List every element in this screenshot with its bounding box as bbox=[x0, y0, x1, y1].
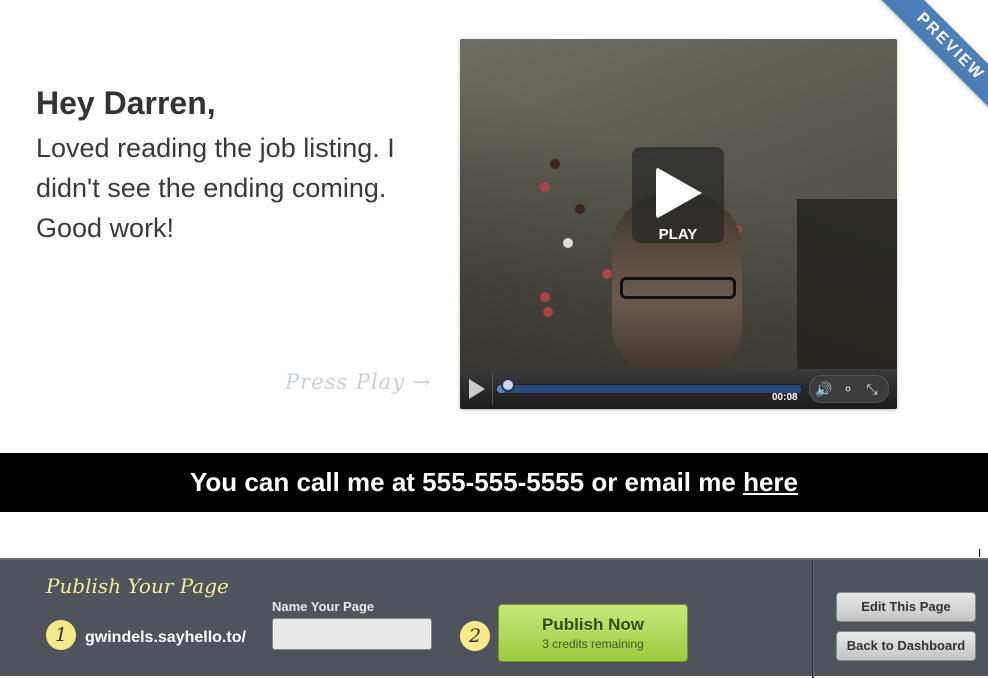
glasses bbox=[620, 277, 736, 299]
share-icon[interactable]: ⚬ bbox=[838, 379, 858, 399]
wall-dot bbox=[563, 238, 573, 248]
credits-remaining: 3 credits remaining bbox=[542, 637, 644, 651]
play-icon[interactable] bbox=[469, 379, 485, 399]
contact-band: You can call me at 555-555-5555 or email… bbox=[0, 453, 988, 512]
contact-text: You can call me at 555-555-5555 or email… bbox=[190, 467, 744, 497]
name-your-page-label: Name Your Page bbox=[272, 599, 375, 614]
wall-dot bbox=[540, 182, 550, 192]
play-icon bbox=[656, 167, 702, 219]
scrub-handle[interactable] bbox=[501, 378, 516, 392]
publish-title: Publish Your Page bbox=[46, 574, 229, 598]
wall-dot bbox=[550, 159, 560, 169]
greeting: Hey Darren, Loved reading the job listin… bbox=[36, 84, 436, 248]
video-controls: 00:08 🔊 ⚬ ⤡ bbox=[460, 369, 897, 409]
publish-bar: Publish Your Page 1 gwindels.sayhello.to… bbox=[0, 558, 988, 678]
publish-now-label: Publish Now bbox=[542, 615, 644, 634]
wall-dot bbox=[575, 204, 585, 214]
video-time: 00:08 bbox=[772, 392, 798, 403]
page-domain: gwindels.sayhello.to/ bbox=[85, 629, 246, 646]
publish-now-button[interactable]: Publish Now 3 credits remaining bbox=[498, 604, 688, 662]
step-2-badge: 2 bbox=[460, 621, 490, 651]
volume-icon[interactable]: 🔊 bbox=[814, 379, 834, 399]
play-overlay-button[interactable]: PLAY bbox=[632, 147, 724, 243]
progress-bar[interactable] bbox=[496, 384, 802, 394]
edit-page-button[interactable]: Edit This Page bbox=[836, 592, 976, 622]
step-1-badge: 1 bbox=[46, 620, 76, 650]
back-to-dashboard-button[interactable]: Back to Dashboard bbox=[836, 631, 976, 661]
page-name-input[interactable] bbox=[272, 618, 432, 650]
press-play-hint: Press Play → bbox=[285, 370, 432, 394]
email-link[interactable]: here bbox=[743, 467, 798, 497]
greeting-title: Hey Darren, bbox=[36, 85, 216, 121]
wall-dot bbox=[543, 307, 553, 317]
video-player[interactable]: PLAY 00:08 🔊 ⚬ ⤡ bbox=[460, 39, 897, 409]
greeting-message: Loved reading the job listing. I didn't … bbox=[36, 133, 395, 243]
fullscreen-icon[interactable]: ⤡ bbox=[862, 379, 882, 399]
wall-dot bbox=[540, 292, 550, 302]
video-tools: 🔊 ⚬ ⤡ bbox=[809, 375, 889, 403]
wall-dot bbox=[602, 269, 612, 279]
play-label: PLAY bbox=[658, 226, 698, 243]
